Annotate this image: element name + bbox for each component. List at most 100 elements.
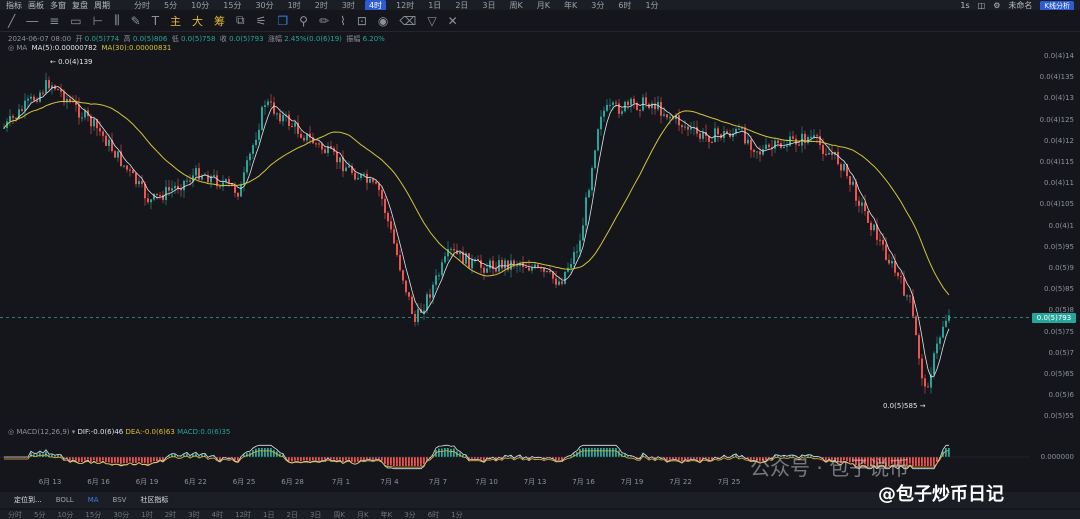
candle-body	[663, 114, 665, 116]
community-indicator[interactable]: 社区指标	[140, 495, 168, 505]
compare-icon[interactable]: ⧉	[236, 13, 245, 28]
ma30-value: MA(30):0.00000831	[101, 44, 172, 52]
bottom-timeframe-4[interactable]: 30分	[113, 510, 129, 519]
bottom-timeframe-6[interactable]: 2时	[165, 510, 176, 519]
ruler-icon[interactable]: ⚟	[256, 14, 267, 28]
timeframe-10[interactable]: 1日	[424, 0, 445, 10]
delete-icon[interactable]: ✕	[448, 14, 458, 28]
macd-bar	[444, 448, 446, 457]
price-tick: 0.0(5)9	[1048, 264, 1074, 272]
text-icon[interactable]: T	[152, 14, 159, 28]
timeframe-3[interactable]: 15分	[219, 0, 245, 10]
timeframe-9[interactable]: 12时	[392, 0, 418, 10]
channel-icon[interactable]: ≡	[49, 14, 59, 28]
timeframe-17[interactable]: 6时	[614, 0, 635, 10]
date-tick: 7月 13	[523, 478, 547, 486]
indicator-bsv[interactable]: BSV	[113, 496, 127, 504]
timeframe-8[interactable]: 4时	[364, 0, 387, 10]
bottom-timeframe-10[interactable]: 1日	[263, 510, 274, 519]
bottom-timeframe-0[interactable]: 分时	[8, 510, 22, 519]
toolbar-item-1[interactable]: 画板	[28, 0, 44, 10]
bottom-timeframe-14[interactable]: 月K	[357, 510, 369, 519]
candle-body	[696, 127, 698, 134]
bottom-timeframe-1[interactable]: 5分	[34, 510, 45, 519]
bottom-timeframe-13[interactable]: 周K	[333, 510, 345, 519]
timeframe-0[interactable]: 分时	[130, 0, 154, 10]
bottom-timeframe-18[interactable]: 1分	[451, 510, 462, 519]
bottom-timeframe-9[interactable]: 12时	[235, 510, 251, 519]
bottom-timeframe-12[interactable]: 3日	[310, 510, 321, 519]
timeframe-4[interactable]: 30分	[251, 0, 277, 10]
timeframe-1[interactable]: 5分	[160, 0, 181, 10]
timeframe-13[interactable]: 周K	[506, 0, 527, 10]
timeframe-18[interactable]: 1分	[641, 0, 662, 10]
timeframe-14[interactable]: 月K	[533, 0, 554, 10]
line-tool-icon[interactable]: ╱	[8, 14, 15, 28]
macd-bar	[918, 457, 920, 466]
bottom-timeframe-8[interactable]: 4时	[212, 510, 223, 519]
indicator-ma[interactable]: MA	[88, 496, 99, 504]
macd-bar	[123, 457, 125, 464]
eye-icon[interactable]: ◎	[8, 44, 14, 52]
toolbar-item-0[interactable]: 指标	[6, 0, 22, 10]
macd-eye-icon[interactable]: ◎	[8, 428, 14, 436]
toolbar-item-2[interactable]: 多窗	[50, 0, 66, 10]
bottom-timeframe-2[interactable]: 10分	[57, 510, 73, 519]
bottom-timeframe-16[interactable]: 3分	[404, 510, 415, 519]
layout-label[interactable]: 未命名	[1008, 0, 1032, 10]
timeframe-6[interactable]: 2时	[311, 0, 332, 10]
settings-icon[interactable]: ⚙	[993, 1, 1000, 10]
toolbar-item-4[interactable]: 周期	[94, 0, 110, 10]
lock-icon[interactable]: ⊡	[357, 14, 367, 28]
pencil-icon[interactable]: ✏	[319, 14, 329, 28]
timeframe-7[interactable]: 3时	[338, 0, 359, 10]
toolbar-item-3[interactable]: 复盘	[72, 0, 88, 10]
macd-bar	[558, 457, 560, 461]
candle-body	[702, 132, 704, 139]
chip-main[interactable]: 主	[170, 13, 181, 29]
chip-chips[interactable]: 筹	[214, 13, 225, 29]
eye-icon[interactable]: ◉	[378, 14, 388, 28]
bottom-timeframe-7[interactable]: 3时	[188, 510, 199, 519]
filter-icon[interactable]: ▽	[427, 14, 436, 28]
timeframe-16[interactable]: 3分	[587, 0, 608, 10]
timeframe-2[interactable]: 10分	[187, 0, 213, 10]
fib-icon[interactable]: ⫼	[114, 13, 120, 28]
measure-icon[interactable]: ⌇	[340, 14, 346, 28]
horizontal-line-icon[interactable]: ―	[26, 14, 38, 28]
trash-icon[interactable]: ⌫	[399, 14, 416, 28]
macd-bar	[600, 448, 602, 457]
timeframe-5[interactable]: 1时	[284, 0, 305, 10]
camera-icon[interactable]: ◫	[978, 1, 986, 10]
timeframe-15[interactable]: 年K	[560, 0, 581, 10]
magnet-icon[interactable]: ⚲	[299, 14, 308, 28]
brush-icon[interactable]: ✎	[131, 14, 141, 28]
candle-body	[357, 178, 359, 180]
bottom-timeframe-3[interactable]: 15分	[85, 510, 101, 519]
ray-icon[interactable]: ⊢	[93, 14, 103, 28]
bottom-timeframe-15[interactable]: 年K	[381, 510, 393, 519]
candle-body	[372, 178, 374, 182]
locate-button[interactable]: 定位到...	[14, 495, 42, 505]
macd-bar	[288, 457, 290, 461]
macd-bar	[666, 457, 668, 461]
macd-bar	[591, 448, 593, 457]
rectangle-icon[interactable]: ▭	[70, 14, 81, 28]
candle-body	[894, 261, 896, 273]
bottom-timeframe-11[interactable]: 2日	[287, 510, 298, 519]
bottom-timeframe-5[interactable]: 1时	[141, 510, 152, 519]
candle-body	[594, 150, 596, 169]
macd-bar	[102, 457, 104, 461]
copy-icon[interactable]: ❐	[277, 14, 288, 28]
candle-body	[405, 280, 407, 293]
candle-body	[939, 337, 941, 344]
candlestick-chart[interactable]	[0, 52, 1030, 472]
macd-bar	[153, 457, 155, 462]
bottom-timeframe-17[interactable]: 6时	[428, 510, 439, 519]
candle-body	[918, 335, 920, 359]
interval-label[interactable]: 1s	[960, 1, 969, 10]
timeframe-11[interactable]: 2日	[451, 0, 472, 10]
indicator-boll[interactable]: BOLL	[56, 496, 74, 504]
timeframe-12[interactable]: 3日	[478, 0, 499, 10]
chip-big[interactable]: 大	[192, 13, 203, 29]
